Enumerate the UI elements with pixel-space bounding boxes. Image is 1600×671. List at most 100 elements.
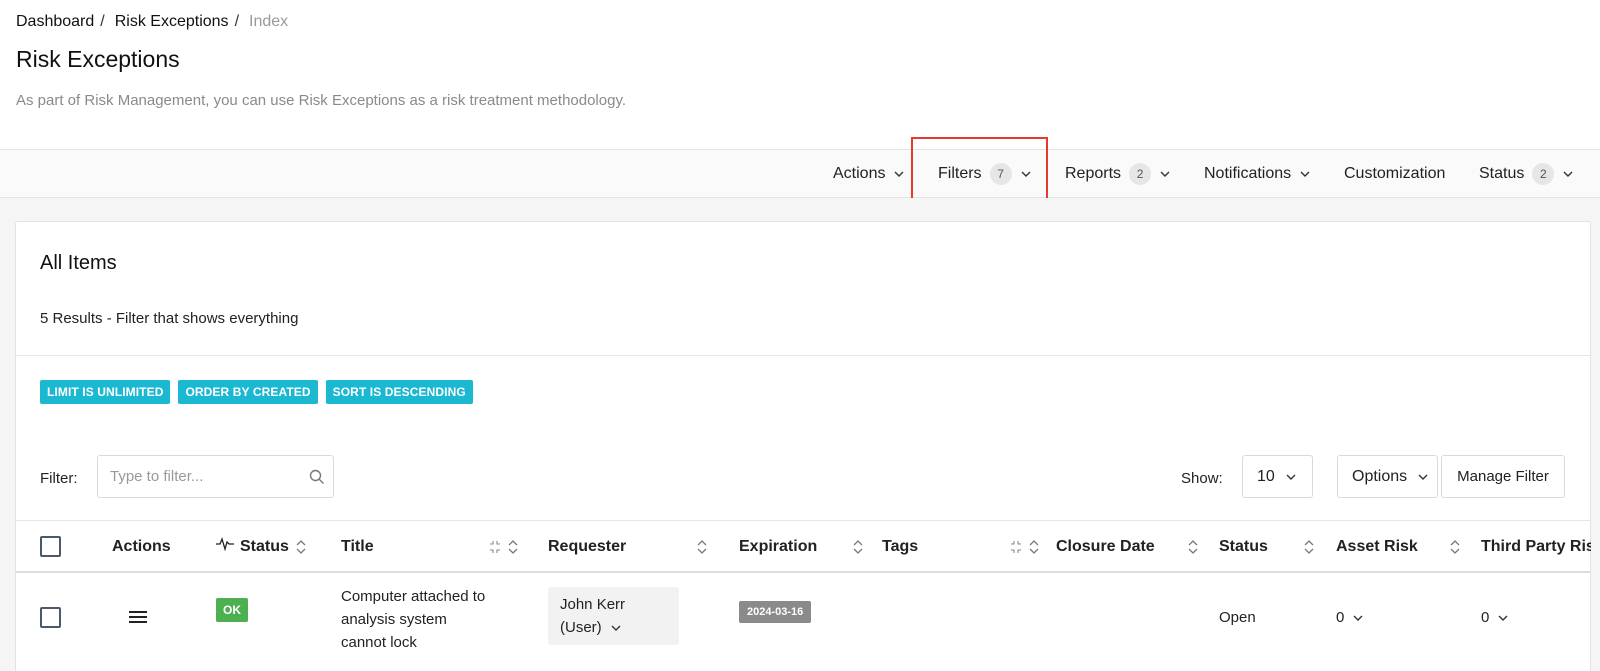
customization-label: Customization <box>1344 164 1446 182</box>
column-status[interactable]: Status <box>216 521 307 572</box>
column-asset-risk[interactable]: Asset Risk <box>1336 521 1461 572</box>
sort-icon[interactable] <box>1303 539 1315 555</box>
sort-icon[interactable] <box>507 539 519 555</box>
page-description: As part of Risk Management, you can use … <box>16 92 627 109</box>
search-icon[interactable] <box>309 469 325 485</box>
column-requester[interactable]: Requester <box>548 521 708 572</box>
options-button[interactable]: Options <box>1337 455 1438 498</box>
chevron-down-icon <box>893 168 905 180</box>
column-closure-date[interactable]: Closure Date <box>1056 521 1199 572</box>
breadcrumb: Dashboard / Risk Exceptions / Index <box>16 13 288 31</box>
row-requester-cell: John Kerr (User) <box>548 587 679 645</box>
column-actions: Actions <box>112 521 171 572</box>
actions-label: Actions <box>833 164 886 182</box>
reports-label: Reports <box>1065 164 1122 182</box>
status-badge: OK <box>216 598 248 622</box>
breadcrumb-dashboard[interactable]: Dashboard <box>16 13 94 31</box>
row-title-cell[interactable]: Computer attached to analysis system can… <box>341 585 485 654</box>
collapse-icon[interactable] <box>1010 539 1022 555</box>
notifications-menu[interactable]: Notifications <box>1204 150 1311 197</box>
column-expiration[interactable]: Expiration <box>739 521 864 572</box>
column-title[interactable]: Title <box>341 521 519 572</box>
requester-name: John Kerr <box>560 596 626 613</box>
row-title-line: cannot lock <box>341 634 417 651</box>
column-tags[interactable]: Tags <box>882 521 1040 572</box>
third-party-risk-value: 0 <box>1481 609 1490 626</box>
reports-menu[interactable]: Reports 2 <box>1065 150 1171 197</box>
show-label: Show: <box>1181 470 1223 487</box>
items-panel: All Items 5 Results - Filter that shows … <box>15 221 1591 671</box>
column-label: Expiration <box>739 537 818 555</box>
column-status-2[interactable]: Status <box>1219 521 1315 572</box>
sort-icon[interactable] <box>1449 539 1461 555</box>
row-expiration-cell: 2024-03-16 <box>739 601 812 623</box>
column-label: Title <box>341 537 374 555</box>
options-label: Options <box>1352 467 1408 485</box>
table-header: Actions Status Title Requester Expiratio… <box>16 520 1591 573</box>
column-label: Third Party Risk <box>1481 537 1591 555</box>
filter-tags: LIMIT IS UNLIMITED ORDER BY CREATED SORT… <box>40 380 473 404</box>
row-select-cell <box>40 607 61 628</box>
asset-risk-dropdown[interactable]: 0 <box>1336 609 1364 626</box>
breadcrumb-risk-exceptions[interactable]: Risk Exceptions <box>115 13 229 31</box>
sort-icon[interactable] <box>295 539 307 555</box>
chevron-down-icon <box>1159 168 1171 180</box>
asset-risk-value: 0 <box>1336 609 1345 626</box>
panel-title: All Items <box>40 252 117 274</box>
sort-icon[interactable] <box>852 539 864 555</box>
actions-menu[interactable]: Actions <box>833 150 905 197</box>
tag-order: ORDER BY CREATED <box>178 380 318 404</box>
column-label: Asset Risk <box>1336 537 1418 555</box>
filters-count-badge: 7 <box>989 162 1012 185</box>
page-size-value: 10 <box>1257 467 1275 485</box>
tag-sort: SORT IS DESCENDING <box>325 380 473 404</box>
row-title-line: analysis system <box>341 611 447 628</box>
select-all-cell <box>40 521 61 572</box>
select-all-checkbox[interactable] <box>40 536 61 557</box>
expiration-badge: 2024-03-16 <box>739 601 812 623</box>
tag-limit: LIMIT IS UNLIMITED <box>40 380 171 404</box>
sort-icon[interactable] <box>1187 539 1199 555</box>
status-menu[interactable]: Status 2 <box>1479 150 1574 197</box>
chevron-down-icon <box>1299 168 1311 180</box>
column-label: Tags <box>882 537 919 555</box>
page-title: Risk Exceptions <box>16 46 180 72</box>
table-row: OK Computer attached to analysis system … <box>16 575 1590 671</box>
requester-dropdown[interactable]: John Kerr (User) <box>548 587 679 645</box>
row-checkbox[interactable] <box>40 607 61 628</box>
filter-input-wrapper <box>97 455 334 498</box>
row-status2-cell: Open <box>1219 609 1256 626</box>
manage-filter-label: Manage Filter <box>1457 468 1549 485</box>
row-actions-menu-icon[interactable] <box>129 608 147 626</box>
column-label: Status <box>1219 537 1268 555</box>
sort-icon[interactable] <box>1028 539 1040 555</box>
chevron-down-icon <box>1285 471 1297 483</box>
chevron-down-icon <box>610 622 622 634</box>
results-summary: 5 Results - Filter that shows everything <box>40 310 299 327</box>
reports-count-badge: 2 <box>1129 162 1152 185</box>
collapse-icon[interactable] <box>489 539 501 555</box>
filters-menu[interactable]: Filters 7 <box>938 150 1032 197</box>
notifications-label: Notifications <box>1204 164 1292 182</box>
manage-filter-button[interactable]: Manage Filter <box>1441 455 1565 498</box>
requester-type: (User) <box>560 619 602 636</box>
filter-input[interactable] <box>110 468 309 485</box>
status-label: Status <box>1479 164 1525 182</box>
sort-icon[interactable] <box>696 539 708 555</box>
status-count-badge: 2 <box>1532 162 1555 185</box>
column-label: Status <box>240 537 289 555</box>
breadcrumb-separator: / <box>234 13 240 30</box>
column-third-party-risk[interactable]: Third Party Risk <box>1481 521 1591 572</box>
chevron-down-icon <box>1497 612 1509 624</box>
pulse-icon <box>216 536 234 557</box>
divider <box>16 355 1590 356</box>
page-size-select[interactable]: 10 <box>1242 455 1313 498</box>
row-title-line: Computer attached to <box>341 588 486 605</box>
third-party-risk-dropdown[interactable]: 0 <box>1481 609 1509 626</box>
filters-label: Filters <box>938 164 982 182</box>
customization-link[interactable]: Customization <box>1344 150 1445 197</box>
breadcrumb-separator: / <box>100 13 105 30</box>
chevron-down-icon <box>1562 168 1574 180</box>
column-label: Closure Date <box>1056 537 1155 555</box>
toolbar: Actions Filters 7 Reports 2 Notification… <box>0 149 1600 198</box>
